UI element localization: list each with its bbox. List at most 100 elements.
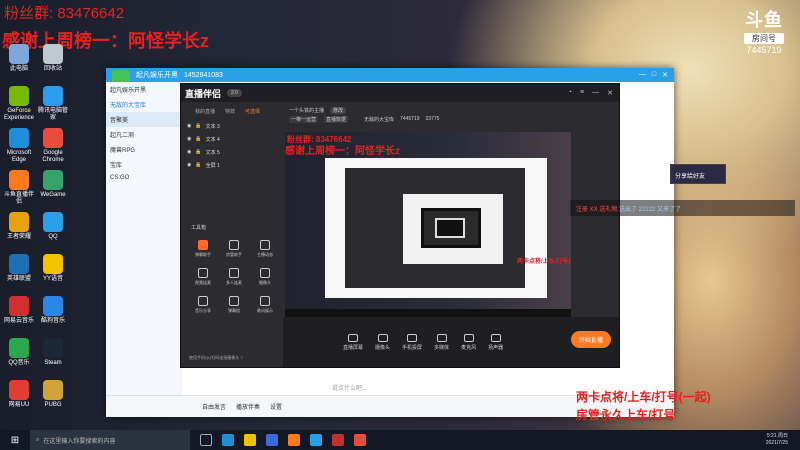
taskbar-search[interactable]: ⌕ 在这里输入你要搜索的内容 bbox=[30, 430, 190, 450]
task-view-icon[interactable] bbox=[200, 434, 212, 446]
eye-icon[interactable]: ◉ bbox=[187, 123, 191, 130]
desktop-icon[interactable]: 斗鱼直播伴侣 bbox=[2, 170, 36, 206]
settings-button[interactable]: 设置 bbox=[270, 402, 282, 411]
edge-icon[interactable] bbox=[222, 434, 234, 446]
desktop-icon[interactable]: 网易UU bbox=[2, 380, 36, 409]
desktop-icon[interactable]: QQ bbox=[36, 212, 70, 241]
close-icon[interactable]: ✕ bbox=[607, 89, 613, 97]
desktop-icon[interactable]: Google Chrome bbox=[36, 128, 70, 164]
minimize-icon[interactable]: — bbox=[592, 89, 599, 97]
share-button[interactable]: 分享给好友 bbox=[670, 164, 726, 184]
source-speaker[interactable]: 扬声器 bbox=[488, 333, 503, 351]
edit-button[interactable]: 修改 bbox=[330, 107, 347, 114]
menu-icon[interactable]: ≡ bbox=[580, 89, 584, 97]
channel-item[interactable]: 魔兽RPG bbox=[106, 142, 182, 157]
desktop-icon[interactable]: 酷狗音乐 bbox=[36, 296, 70, 325]
tool-danmu-helper[interactable]: 弹幕助手 bbox=[189, 240, 217, 258]
clock[interactable]: 5:21 周日 2021/7/25 bbox=[766, 433, 800, 447]
qq-icon[interactable] bbox=[310, 434, 322, 446]
source-media[interactable]: 多媒体 bbox=[434, 333, 449, 351]
source-mic[interactable]: 麦克风 bbox=[461, 333, 476, 351]
lock-icon[interactable]: 🔒 bbox=[195, 149, 201, 156]
eye-icon[interactable]: ◉ bbox=[187, 149, 191, 156]
tool-room-admin[interactable]: 房管助手 bbox=[220, 240, 248, 258]
desktop-icon[interactable]: YY语音 bbox=[36, 254, 70, 283]
tool-lyrics[interactable]: 歌词展示 bbox=[251, 296, 279, 314]
close-icon[interactable]: ✕ bbox=[662, 71, 668, 79]
chat-window-titlebar[interactable]: 起凡娱乐开黑 1452841083 — □ ✕ bbox=[106, 68, 674, 82]
channel-item[interactable]: 无敌的大宝库 bbox=[106, 97, 182, 112]
stream-preview[interactable]: 粉丝群: 83476642 感谢上周榜一：阿怪学长z 两卡点将/上车/打号(一 bbox=[285, 132, 571, 317]
douyu-icon[interactable] bbox=[288, 434, 300, 446]
lock-icon[interactable]: 🔒 bbox=[195, 136, 201, 143]
desktop-icon[interactable]: 英雄联盟 bbox=[2, 254, 36, 283]
desktop-icon[interactable]: 此电脑 bbox=[2, 44, 36, 73]
desktop-icon-label: Google Chrome bbox=[42, 150, 64, 163]
lock-icon[interactable]: 🔒 bbox=[195, 162, 201, 169]
desktop-icon[interactable]: Microsoft Edge bbox=[2, 128, 36, 164]
chip[interactable]: 直播数据 bbox=[324, 116, 349, 123]
camera-icon bbox=[260, 268, 270, 278]
scene-item[interactable]: ◉ 🔒 全屏 1 bbox=[185, 159, 277, 172]
desktop-icon[interactable]: 网易云音乐 bbox=[2, 296, 36, 325]
scene-item[interactable]: ◉ 🔒 文本 4 bbox=[185, 133, 277, 146]
channel-item[interactable]: 音聚美 bbox=[106, 112, 182, 127]
source-screen[interactable]: 直播屏幕 bbox=[343, 333, 363, 351]
desktop-icon[interactable]: 腾讯电脑管家 bbox=[36, 86, 70, 122]
channel-list: 起凡娱乐开黑 无敌的大宝库 音聚美 起凡二测 魔兽RPG 宝库 CS:GO bbox=[106, 82, 182, 395]
bell-icon[interactable]: ◔ bbox=[568, 89, 572, 97]
desktop-icon[interactable]: 王者荣耀 bbox=[2, 212, 36, 241]
app-icon bbox=[9, 380, 29, 400]
window-id: 1452841083 bbox=[184, 71, 223, 79]
qr-hint[interactable]: 使用手机QQ扫码连接摄像头 ? bbox=[189, 355, 243, 361]
desktop-icon[interactable]: QQ音乐 bbox=[2, 338, 36, 367]
folder-icon[interactable] bbox=[244, 434, 256, 446]
app-titlebar[interactable]: 直播伴侣 2.0 ◔ ≡ — ✕ bbox=[181, 84, 619, 102]
room-tag: 房间号 bbox=[744, 33, 784, 44]
chip[interactable]: 一带一运营 bbox=[289, 116, 319, 123]
minimize-icon[interactable]: — bbox=[639, 71, 646, 79]
desktop-icon[interactable]: Steam bbox=[36, 338, 70, 367]
chrome-icon[interactable] bbox=[354, 434, 366, 446]
tool-multi-link[interactable]: 多人连麦 bbox=[220, 268, 248, 286]
preview-notice-text: 两卡点将/上车/打号(一 bbox=[517, 259, 571, 265]
desktop-icon[interactable]: GeForce Experience bbox=[2, 86, 36, 122]
windows-start-icon[interactable]: ⊞ bbox=[0, 435, 30, 446]
channel-item[interactable]: 起凡娱乐开黑 bbox=[106, 82, 182, 97]
free-speech-button[interactable]: 自由发言 bbox=[202, 402, 226, 411]
channel-item[interactable]: 起凡二测 bbox=[106, 127, 182, 142]
channel-item[interactable]: CS:GO bbox=[106, 172, 182, 184]
scene-item[interactable]: ◉ 🔒 文本 3 bbox=[185, 120, 277, 133]
tool-video-link[interactable]: 视频连麦 bbox=[189, 268, 217, 286]
stat: 无敌的大宝库 bbox=[364, 117, 395, 123]
channel-item[interactable]: 宝库 bbox=[106, 157, 182, 172]
scene-item[interactable]: ◉ 🔒 文本 5 bbox=[185, 146, 277, 159]
source-phone[interactable]: 手机投屏 bbox=[402, 333, 422, 351]
desktop-icon[interactable]: PUBG bbox=[36, 380, 70, 409]
tab-effects[interactable]: 特效 bbox=[225, 108, 235, 115]
desktop-icon[interactable]: WeGame bbox=[36, 170, 70, 199]
tool-camera[interactable]: 摄像头 bbox=[251, 268, 279, 286]
maximize-icon[interactable]: □ bbox=[652, 71, 656, 79]
desktop-icon-label: 腾讯电脑管家 bbox=[37, 108, 68, 121]
app-brand: 直播伴侣 bbox=[185, 88, 222, 99]
source-camera[interactable]: 摄像头 bbox=[375, 333, 390, 351]
window-title: 起凡娱乐开黑 bbox=[136, 72, 178, 79]
desktop-icon[interactable]: 回收站 bbox=[36, 44, 70, 73]
desktop-icon-label: 英雄联盟 bbox=[6, 276, 31, 282]
tool-danmu-group[interactable]: 弹幕组 bbox=[220, 296, 248, 314]
tool-streamer-feed[interactable]: 主播动态 bbox=[251, 240, 279, 258]
tab-selected[interactable]: 可选择 bbox=[245, 108, 260, 115]
app-icon bbox=[43, 170, 63, 190]
start-live-button[interactable]: 开始直播 bbox=[570, 331, 611, 348]
stream-companion-app[interactable]: 直播伴侣 2.0 ◔ ≡ — ✕ 我的直播 特效 可选择 ◉ 🔒 文本 3 ◉ 🔒 文本… bbox=[180, 83, 620, 368]
eye-icon[interactable]: ◉ bbox=[187, 136, 191, 143]
game-icon[interactable] bbox=[332, 434, 344, 446]
play-music-button[interactable]: 播放伴奏 bbox=[236, 402, 260, 411]
tool-music-share[interactable]: 音乐分享 bbox=[189, 296, 217, 314]
version-badge[interactable]: 2.0 bbox=[227, 89, 242, 97]
lock-icon[interactable]: 🔒 bbox=[195, 123, 201, 130]
tab-my-live[interactable]: 我的直播 bbox=[195, 108, 215, 115]
eye-icon[interactable]: ◉ bbox=[187, 162, 191, 169]
store-icon[interactable] bbox=[266, 434, 278, 446]
